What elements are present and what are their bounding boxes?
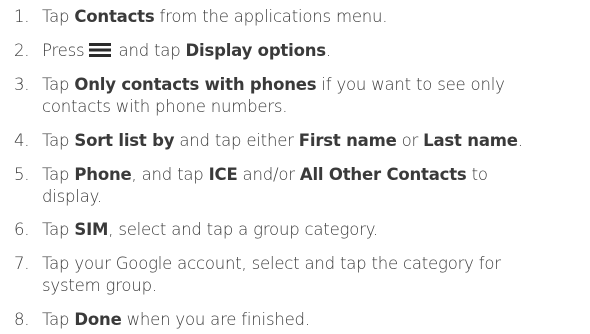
step-text-segment: Tap [42,220,75,239]
step-number: 5. [14,165,30,184]
step-text-segment: contacts with phone numbers. [42,97,288,116]
step-text-segment: if you want to see only [316,75,505,94]
step-text: Tap Done when you are finished. [42,309,582,331]
step-number: 4. [14,131,30,150]
step-text: Tap Only contacts with phones if you wan… [42,74,582,118]
step-number: 3. [14,75,30,94]
step-text: Tap Sort list by and tap either First na… [42,130,582,152]
step-text-segment: and tap either [174,131,299,150]
step-text: Press and tap Display options. [42,40,582,62]
step-number: 7. [14,254,30,273]
step-text-segment: Tap [42,75,75,94]
step-number: 6. [14,220,30,239]
ui-term: First name [298,131,397,150]
ui-term: Display options [185,41,327,60]
step-text-segment: , select and tap a group category. [108,220,378,239]
step-text-segment: Tap [42,131,75,150]
ui-term: Only contacts with phones [74,75,317,94]
ui-term: Contacts [74,7,155,26]
ui-term: All Other Contacts [299,165,467,184]
step-text: Tap your Google account, select and tap … [42,253,582,297]
step-text-segment: Tap your Google account, select and tap … [42,254,501,273]
step-number: 2. [14,41,30,60]
step-number: 8. [14,310,30,329]
step-text-segment: when you are finished. [121,310,310,329]
step-text-segment: , and tap [131,165,209,184]
step-text-segment: and tap [113,41,186,60]
ui-term: Done [74,310,122,329]
ui-term: SIM [74,220,109,239]
step-text: Tap SIM, select and tap a group category… [42,219,582,241]
ui-term: Phone [74,165,132,184]
step-text-segment: display. [42,187,102,206]
step-text-segment: Tap [42,7,75,26]
step-text-segment: from the applications menu. [154,7,388,26]
menu-icon [89,43,112,57]
step-number: 1. [14,7,30,26]
step-text: Tap Contacts from the applications menu. [42,6,582,28]
step-text: Tap Phone, and tap ICE and/or All Other … [42,164,582,208]
step-text-segment: . [325,41,331,60]
ui-term: Sort list by [74,131,175,150]
step-text-segment: system group. [42,276,157,295]
step-text-segment: Tap [42,310,75,329]
step-text-segment: Press [42,41,90,60]
step-text-segment: to [466,165,488,184]
step-text-segment: . [517,131,523,150]
ui-term: ICE [208,165,238,184]
step-text-segment: Tap [42,165,75,184]
step-text-segment: or [396,131,424,150]
ui-term: Last name [423,131,518,150]
step-text-segment: and/or [237,165,300,184]
